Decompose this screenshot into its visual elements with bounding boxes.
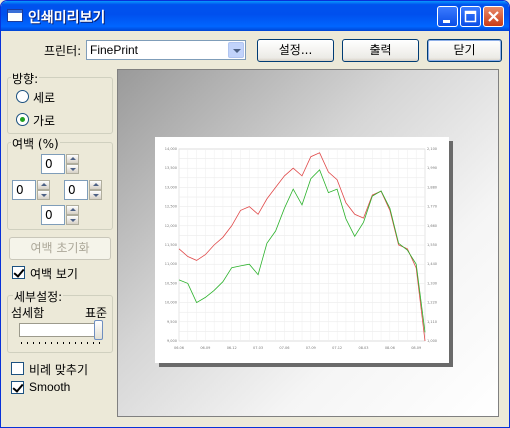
detail-slider-track[interactable] bbox=[19, 323, 103, 337]
slider-ticks bbox=[21, 342, 101, 344]
x-tick-label: 06.06 bbox=[174, 346, 184, 350]
y-left-tick-label: 13,000 bbox=[165, 185, 177, 189]
detail-group-label: 세부설정: bbox=[13, 288, 64, 305]
y-right-tick-label: 1,770 bbox=[427, 205, 437, 209]
margin-left-spinner[interactable]: 0 bbox=[12, 180, 50, 200]
print-button[interactable]: 출력 bbox=[342, 39, 419, 62]
y-left-tick-label: 10,000 bbox=[165, 301, 177, 305]
x-tick-label: 07.09 bbox=[306, 346, 316, 350]
y-right-tick-label: 1,000 bbox=[427, 339, 437, 343]
spin-down-icon[interactable] bbox=[66, 215, 79, 225]
window-title: 인쇄미리보기 bbox=[28, 10, 106, 26]
x-tick-label: 06.09 bbox=[200, 346, 210, 350]
spin-up-icon[interactable] bbox=[66, 154, 79, 164]
chevron-down-icon[interactable] bbox=[228, 42, 244, 58]
margin-top-spinner[interactable]: 0 bbox=[41, 154, 79, 174]
y-right-tick-label: 1,440 bbox=[427, 262, 437, 266]
y-right-tick-label: 1,110 bbox=[427, 320, 437, 324]
margin-bottom-value[interactable]: 0 bbox=[45, 208, 53, 222]
x-tick-label: 07.06 bbox=[279, 346, 289, 350]
spin-down-icon[interactable] bbox=[66, 164, 79, 174]
y-right-tick-label: 1,550 bbox=[427, 243, 437, 247]
x-tick-label: 06.12 bbox=[227, 346, 237, 350]
detail-max-label: 표준 bbox=[85, 306, 108, 320]
y-left-tick-label: 9,500 bbox=[167, 320, 177, 324]
maximize-icon bbox=[464, 10, 477, 23]
proportional-checkbox[interactable] bbox=[11, 362, 24, 375]
y-left-tick-label: 11,500 bbox=[165, 243, 177, 247]
margin-left-value[interactable]: 0 bbox=[16, 183, 24, 197]
y-right-tick-label: 1,880 bbox=[427, 185, 437, 189]
printer-label: 프린터: bbox=[44, 44, 82, 58]
detail-slider-thumb[interactable] bbox=[94, 320, 103, 340]
show-margins-checkbox[interactable] bbox=[12, 266, 25, 279]
y-right-tick-label: 1,660 bbox=[427, 224, 437, 228]
portrait-radio[interactable] bbox=[16, 90, 29, 103]
close-window-button[interactable] bbox=[483, 6, 504, 27]
margin-bottom-spinner[interactable]: 0 bbox=[41, 205, 79, 225]
y-left-tick-label: 11,000 bbox=[165, 262, 177, 266]
orientation-group-label: 방향: bbox=[11, 70, 40, 87]
print-preview-window: 인쇄미리보기 프린터: FinePrint 설정... 출력 닫기 방향: 세로… bbox=[0, 0, 510, 428]
y-right-tick-label: 2,100 bbox=[427, 147, 437, 151]
proportional-label: 비례 맞추기 bbox=[29, 363, 89, 377]
x-tick-label: 07.03 bbox=[253, 346, 263, 350]
settings-button[interactable]: 설정... bbox=[257, 39, 334, 62]
close-button[interactable]: 닫기 bbox=[427, 39, 502, 62]
y-left-tick-label: 9,000 bbox=[167, 339, 177, 343]
margin-right-value[interactable]: 0 bbox=[68, 183, 76, 197]
show-margins-label: 여백 보기 bbox=[30, 267, 78, 281]
preview-area[interactable]: 06.06 06.09 06.12 07.03 07.06 07.09 07.12 08.03… bbox=[117, 69, 499, 417]
detail-min-label: 섬세함 bbox=[11, 306, 45, 320]
window-icon bbox=[7, 9, 23, 22]
y-left-tick-label: 12,500 bbox=[165, 205, 177, 209]
y-left-tick-label: 14,000 bbox=[165, 147, 177, 151]
y-right-tick-label: 1,220 bbox=[427, 301, 437, 305]
spin-down-icon[interactable] bbox=[37, 190, 50, 200]
preview-chart: 06.06 06.09 06.12 07.03 07.06 07.09 07.12 08.03… bbox=[165, 147, 437, 350]
y-right-tick-label: 1,990 bbox=[427, 166, 437, 170]
x-tick-label: 07.12 bbox=[332, 346, 342, 350]
margin-top-value[interactable]: 0 bbox=[45, 157, 53, 171]
spin-down-icon[interactable] bbox=[89, 190, 102, 200]
minimize-icon bbox=[443, 20, 450, 23]
title-bar[interactable]: 인쇄미리보기 bbox=[1, 1, 509, 31]
portrait-label: 세로 bbox=[33, 91, 56, 105]
y-left-tick-label: 10,500 bbox=[165, 281, 177, 285]
spin-up-icon[interactable] bbox=[37, 180, 50, 190]
reset-margins-button[interactable]: 여백 초기화 bbox=[9, 237, 111, 260]
printer-select[interactable]: FinePrint bbox=[86, 40, 246, 60]
x-tick-label: 08.09 bbox=[411, 346, 421, 350]
spin-up-icon[interactable] bbox=[66, 205, 79, 215]
landscape-label: 가로 bbox=[33, 114, 56, 128]
maximize-button[interactable] bbox=[460, 6, 481, 27]
landscape-radio[interactable] bbox=[16, 113, 29, 126]
printer-value: FinePrint bbox=[90, 43, 139, 57]
smooth-label: Smooth bbox=[29, 380, 71, 394]
margin-right-spinner[interactable]: 0 bbox=[64, 180, 102, 200]
preview-page: 06.06 06.09 06.12 07.03 07.06 07.09 07.12 08.03… bbox=[155, 137, 449, 363]
y-left-tick-label: 13,500 bbox=[165, 166, 177, 170]
minimize-button[interactable] bbox=[437, 6, 458, 27]
margins-group-label: 여백 (%) bbox=[11, 135, 60, 152]
y-right-tick-label: 1,330 bbox=[427, 281, 437, 285]
spin-up-icon[interactable] bbox=[89, 180, 102, 190]
close-icon bbox=[488, 11, 499, 22]
x-tick-label: 08.03 bbox=[358, 346, 368, 350]
smooth-checkbox[interactable] bbox=[11, 381, 24, 394]
y-left-tick-label: 12,000 bbox=[165, 224, 177, 228]
x-tick-label: 08.06 bbox=[385, 346, 395, 350]
